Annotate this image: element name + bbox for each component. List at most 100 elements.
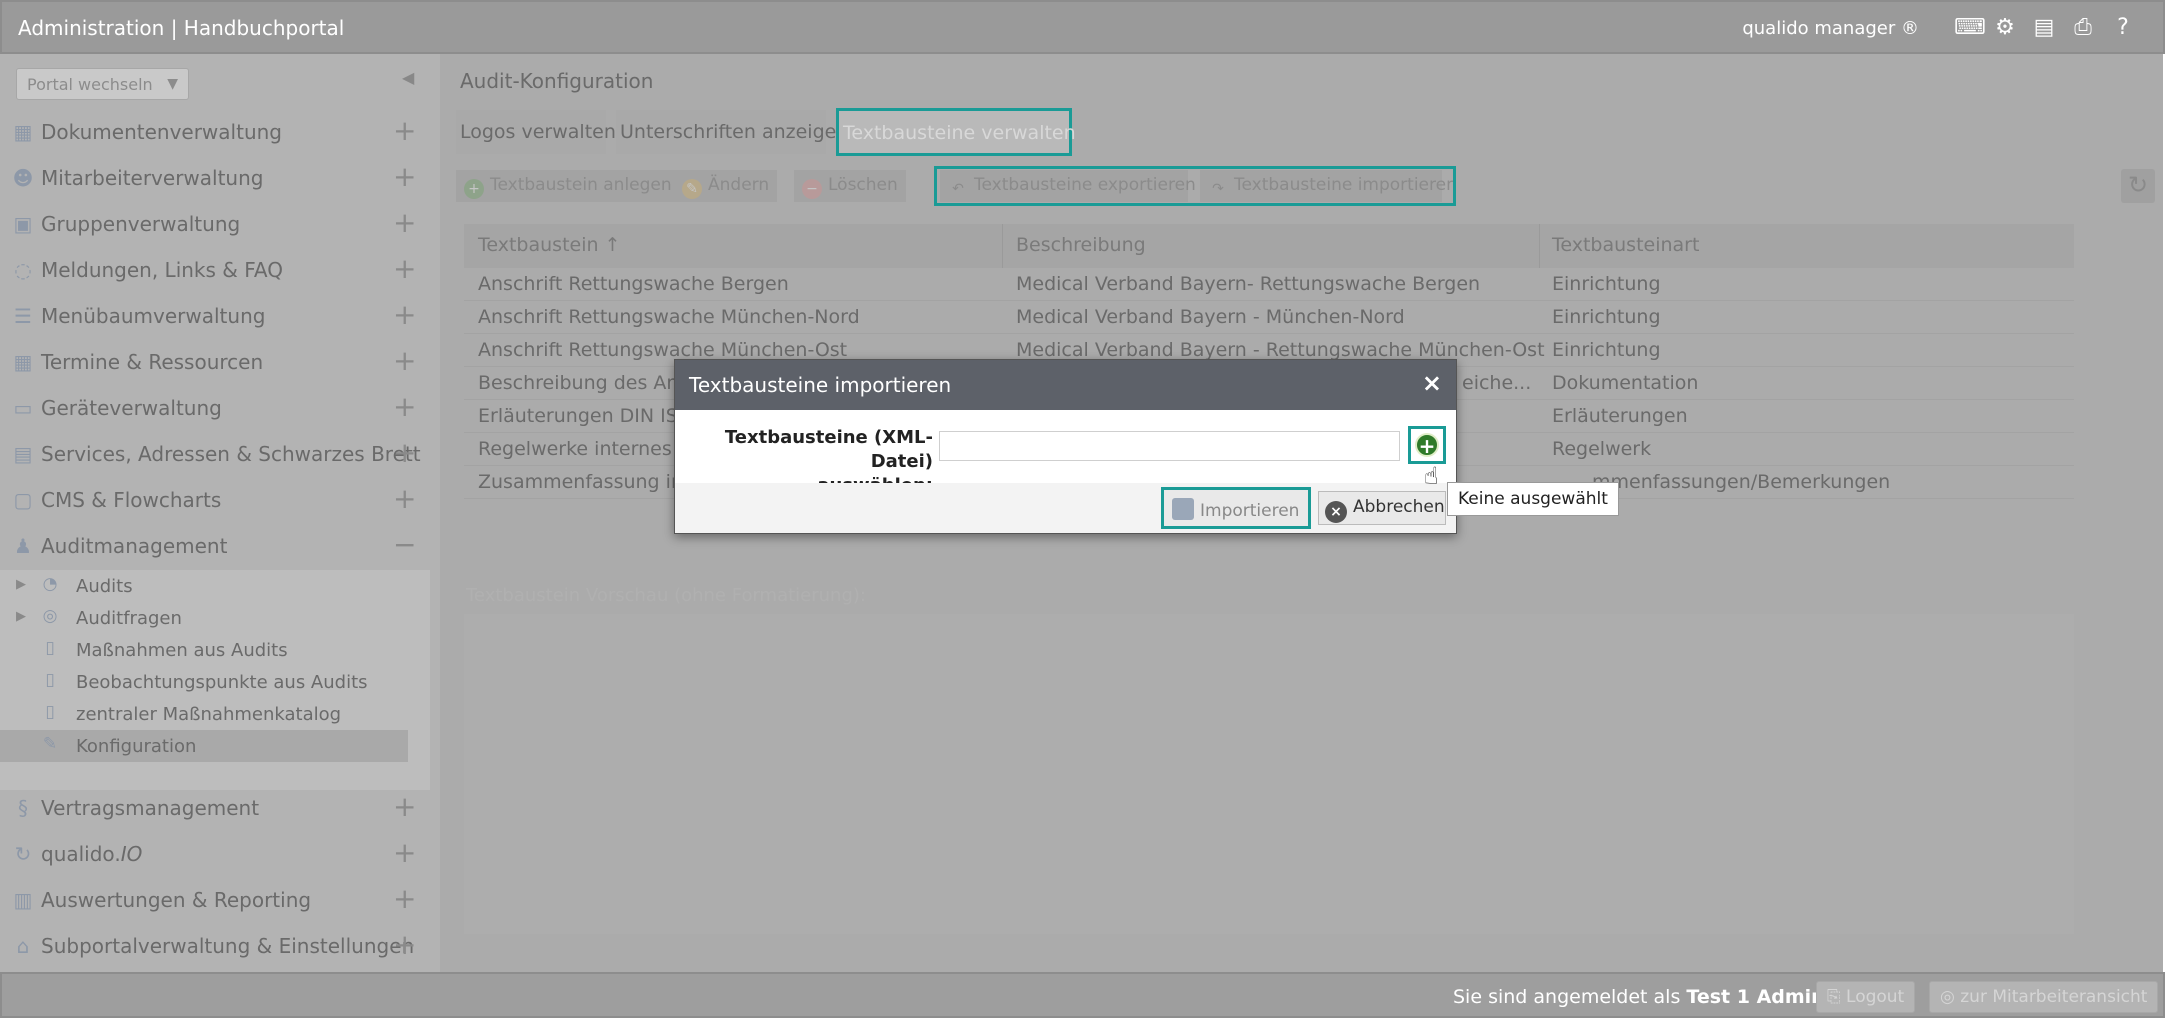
employee-view-button[interactable]: ◎ zur Mitarbeiteransicht [1929, 981, 2159, 1013]
cell-textbaustein: Erläuterungen DIN ISO [478, 405, 693, 427]
table-row[interactable]: Anschrift Rettungswache München-Nord Med… [464, 301, 2074, 334]
sidebar-item-meldungen[interactable]: ◌ Meldungen, Links & FAQ + [0, 248, 430, 292]
portal-switch-select[interactable]: Portal wechseln ▼ [16, 68, 189, 100]
table-row[interactable]: Anschrift Rettungswache Bergen Medical V… [464, 268, 2074, 301]
add-file-button[interactable]: + [1408, 426, 1446, 464]
cell-textbaustein: Anschrift Rettungswache München-Ost [478, 339, 848, 361]
cell-textbausteinart: mmenfassungen/Bemerkungen [1592, 471, 1891, 493]
collapse-sidebar-icon[interactable]: ◀ [402, 68, 414, 87]
flowchart-icon: ▢ [13, 488, 33, 512]
cell-beschreibung: Medical Verband Bayern- Rettungswache Be… [1016, 273, 1481, 295]
sidebar-item-cms[interactable]: ▢ CMS & Flowcharts + [0, 478, 430, 522]
tab-unterschriften[interactable]: Unterschriften anzeigen [616, 110, 848, 154]
column-header-textbaustein[interactable]: Textbaustein ↑ [478, 234, 621, 256]
sidebar-item-label: qualido.IO [41, 842, 143, 866]
column-header-beschreibung[interactable]: Beschreibung [1016, 234, 1146, 256]
sidebar-item-auswertungen[interactable]: ▥ Auswertungen & Reporting + [0, 878, 430, 922]
sidebar-item-gruppenverwaltung[interactable]: ▣ Gruppenverwaltung + [0, 202, 430, 246]
expand-plus-icon[interactable]: + [393, 790, 416, 823]
sidebar-item-auditmanagement[interactable]: ♟ Auditmanagement − [0, 524, 430, 568]
brand-name: qualido manager ® [1742, 18, 1919, 39]
sidebar-item-menuebaumverwaltung[interactable]: ☰ Menübaumverwaltung + [0, 294, 430, 338]
expand-plus-icon[interactable]: + [393, 160, 416, 193]
sidebar-item-vertragsmanagement[interactable]: § Vertragsmanagement + [0, 786, 430, 830]
subitem-label: Konfiguration [76, 736, 197, 757]
chat-icon: ◌ [14, 258, 32, 282]
sidebar-item-label: Menübaumverwaltung [41, 304, 266, 328]
portal-switch-label: Portal wechseln [27, 75, 153, 94]
keyboard-icon[interactable]: ⌨ [1954, 15, 1986, 41]
sidebar-item-mitarbeiterverwaltung[interactable]: ☻ Mitarbeiterverwaltung + [0, 156, 430, 200]
sidebar-item-label: Services, Adressen & Schwarzes Brett [41, 442, 421, 466]
subitem-label: Audits [76, 576, 133, 597]
sidebar-item-geraeteverwaltung[interactable]: ▭ Geräteverwaltung + [0, 386, 430, 430]
sidebar-item-label: Subportalverwaltung & Einstellungen [41, 934, 415, 958]
expand-plus-icon[interactable]: + [393, 206, 416, 239]
save-disk-icon [1172, 498, 1194, 520]
collapse-minus-icon[interactable]: − [393, 528, 416, 561]
sidebar-item-termine[interactable]: ▦ Termine & Ressourcen + [0, 340, 430, 384]
create-textbaustein-button[interactable]: + Textbaustein anlegen [456, 170, 680, 202]
cancel-button[interactable]: × Abbrechen [1318, 491, 1446, 525]
sidebar-item-label: Gruppenverwaltung [41, 212, 241, 236]
expand-plus-icon[interactable]: + [393, 252, 416, 285]
groups-icon: ▣ [13, 212, 33, 236]
sidebar-item-label: Termine & Ressourcen [41, 350, 264, 374]
subitem-auditfragen[interactable]: ▶ ◎ Auditfragen [0, 602, 430, 634]
subitem-massnahmen[interactable]: ▯ Maßnahmen aus Audits [0, 634, 430, 666]
column-header-textbausteinart[interactable]: Textbausteinart [1552, 234, 1699, 256]
sidebar-item-qualido-io[interactable]: ↻ qualido.IO + [0, 832, 430, 876]
paragraph-icon: § [18, 796, 28, 820]
sidebar-item-subportalverwaltung[interactable]: ⌂ Subportalverwaltung & Einstellungen + [0, 924, 430, 968]
tab-logos[interactable]: Logos verwalten [456, 110, 616, 154]
monitor-icon: ▭ [13, 396, 33, 420]
subitem-massnahmenkatalog[interactable]: ▯ zentraler Maßnahmenkatalog [0, 698, 430, 730]
import-submit-button[interactable]: Importieren [1161, 487, 1311, 529]
edit-button[interactable]: ✎ Ändern [674, 170, 778, 202]
expand-plus-icon[interactable]: + [393, 114, 416, 147]
print-icon[interactable]: ⎙ [2070, 15, 2096, 41]
pdf-icon[interactable]: ▤ [2031, 15, 2057, 41]
book-icon: ▤ [13, 442, 33, 466]
tooltip: Keine ausgewählt [1447, 482, 1619, 516]
audit-submenu: ▶ ◔ Audits ▶ ◎ Auditfragen ▯ Maßnahmen a… [0, 570, 430, 790]
subitem-konfiguration[interactable]: ✎ Konfiguration [0, 730, 408, 762]
document-icon: ▯ [45, 670, 55, 690]
sidebar-item-label: Dokumentenverwaltung [41, 120, 282, 144]
delete-button[interactable]: − Löschen [794, 170, 906, 202]
list-icon: ☰ [14, 304, 32, 328]
expand-triangle-icon[interactable]: ▶ [16, 577, 26, 592]
close-icon[interactable]: × [1422, 369, 1442, 397]
subitem-label: zentraler Maßnahmenkatalog [76, 704, 342, 725]
expand-plus-icon[interactable]: + [393, 928, 416, 961]
subitem-label: Beobachtungspunkte aus Audits [76, 672, 368, 693]
tab-textbausteine[interactable]: Textbausteine verwalten [836, 108, 1076, 156]
expand-plus-icon[interactable]: + [393, 882, 416, 915]
cell-textbaustein: Regelwerke internes Au [478, 438, 703, 460]
subitem-beobachtungspunkte[interactable]: ▯ Beobachtungspunkte aus Audits [0, 666, 430, 698]
expand-plus-icon[interactable]: + [393, 836, 416, 869]
table-header: Textbaustein ↑ Beschreibung Textbaustein… [464, 224, 2074, 268]
sidebar-item-dokumentenverwaltung[interactable]: ▦ Dokumentenverwaltung + [0, 110, 430, 154]
sidebar-item-services[interactable]: ▤ Services, Adressen & Schwarzes Brett + [0, 432, 430, 476]
app-title: Administration | Handbuchportal [18, 16, 345, 40]
document-icon: ▯ [45, 638, 55, 658]
hand-cursor-icon: ☝ [1424, 462, 1439, 490]
logout-button[interactable]: ⎘ Logout [1816, 981, 1916, 1013]
help-icon[interactable]: ? [2110, 15, 2136, 41]
expand-plus-icon[interactable]: + [393, 436, 416, 469]
refresh-icon[interactable]: ↻ [2121, 169, 2155, 203]
import-dialog: Textbausteine importieren × Textbaustein… [674, 359, 1457, 534]
expand-plus-icon[interactable]: + [393, 482, 416, 515]
expand-plus-icon[interactable]: + [393, 390, 416, 423]
magnifier-icon: ◎ [42, 606, 58, 626]
expand-plus-icon[interactable]: + [393, 344, 416, 377]
cycle-icon: ↻ [14, 842, 32, 866]
org-chart-icon[interactable]: ⚙ [1992, 15, 2018, 41]
expand-plus-icon[interactable]: + [393, 298, 416, 331]
file-input[interactable] [939, 431, 1400, 461]
app-header: Administration | Handbuchportal qualido … [0, 0, 2165, 54]
cell-textbaustein: Anschrift Rettungswache Bergen [478, 273, 789, 295]
expand-triangle-icon[interactable]: ▶ [16, 609, 26, 624]
subitem-audits[interactable]: ▶ ◔ Audits [0, 570, 430, 602]
